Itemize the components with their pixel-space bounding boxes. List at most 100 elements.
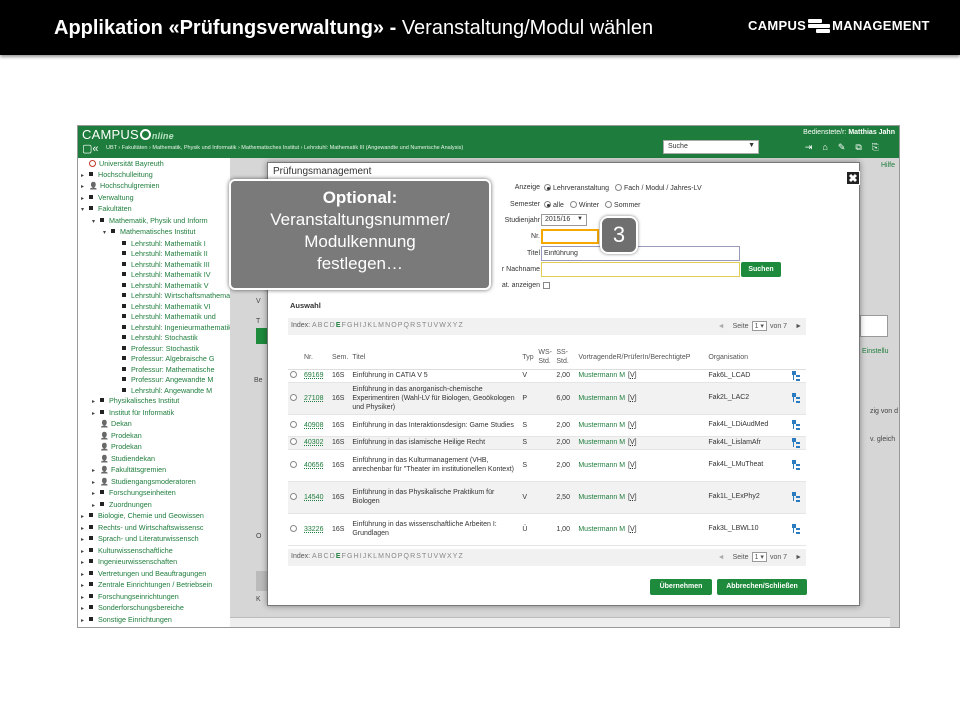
row-nr[interactable]: 14540	[304, 494, 323, 501]
table-row[interactable]: 40908 16S Einführung in das Interaktionsde…	[288, 414, 806, 437]
expand-right-icon[interactable]: ▸	[92, 489, 100, 500]
row-person[interactable]: Mustermann M	[578, 462, 625, 469]
row-person[interactable]: Mustermann M	[578, 494, 625, 501]
row-person[interactable]: Mustermann M	[578, 372, 625, 379]
tree-item[interactable]: ▾ Mathematik, Physik und Inform	[78, 216, 230, 228]
expand-right-icon[interactable]: ▸	[81, 512, 89, 523]
tree-item[interactable]: ▾ Mathematisches Institut	[78, 227, 230, 239]
tree-item[interactable]: Lehrstuhl: Mathematik IV	[78, 270, 230, 281]
tree-item[interactable]: ▸ Hochschulleitung	[78, 170, 230, 182]
tree-item[interactable]: Professur: Mathematische	[78, 365, 230, 376]
tree-item[interactable]: Lehrstuhl: Mathematik III	[78, 260, 230, 271]
abbrechen-button[interactable]: Abbrechen/Schließen	[717, 579, 807, 595]
radio-sommer[interactable]	[605, 201, 613, 208]
index-letters-bottom[interactable]: ABCDEFGHIJKLMNOPQRSTUVWXYZ	[312, 553, 464, 560]
row-person[interactable]: Mustermann M	[578, 422, 625, 429]
tree-item[interactable]: Lehrstuhl: Angewandte M	[78, 386, 230, 397]
expand-right-icon[interactable]: ▸	[92, 466, 100, 477]
tree-item[interactable]: ▸ Zuordnungen	[78, 500, 230, 512]
index-letters-post[interactable]: FGHIJKLMNOPQRSTUVWXYZ	[342, 322, 464, 329]
prev-page-icon[interactable]: ◄	[718, 323, 725, 330]
expand-right-icon[interactable]: ▸	[81, 558, 89, 569]
expand-down-icon[interactable]: ▾	[103, 228, 111, 239]
tree-item[interactable]: ▸ Vertretungen und Beauftragungen	[78, 569, 230, 581]
org-hierarchy-icon[interactable]	[792, 492, 800, 502]
prev-page-icon[interactable]: ◄	[718, 554, 725, 561]
nav-collapse-icon[interactable]: ▢«	[82, 142, 99, 155]
row-nr[interactable]: 69169	[304, 372, 323, 379]
row-vertretung-link[interactable]: [V]	[628, 395, 637, 402]
horizontal-scrollbar[interactable]	[230, 617, 890, 627]
index-letters-post-bottom[interactable]: FGHIJKLMNOPQRSTUVWXYZ	[342, 553, 464, 560]
row-select-radio[interactable]	[290, 393, 297, 401]
expand-right-icon[interactable]: ▸	[92, 478, 100, 489]
index-letters[interactable]: ABCDEFGHIJKLMNOPQRSTUVWXYZ	[312, 322, 464, 329]
tree-item[interactable]: Lehrstuhl: Mathematik V	[78, 281, 230, 292]
table-row[interactable]: 40656 16S Einführung in das Kulturmanageme…	[288, 449, 806, 482]
row-select-radio[interactable]	[290, 371, 297, 378]
org-hierarchy-icon[interactable]	[792, 420, 800, 430]
tree-item[interactable]: Lehrstuhl: Ingenieurmathematik	[78, 323, 230, 334]
expand-right-icon[interactable]: ▸	[81, 581, 89, 592]
breadcrumb[interactable]: UBT › Fakultäten › Mathematik, Physik un…	[106, 145, 463, 151]
expand-right-icon[interactable]: ▸	[81, 593, 89, 604]
help-link[interactable]: Hilfe	[881, 162, 895, 169]
radio-lehrveranstaltung[interactable]	[544, 184, 551, 191]
expand-down-icon[interactable]: ▾	[92, 217, 100, 228]
table-row[interactable]: 69169 16S Einführung in CATIA V 5 V 2,00 Must…	[288, 369, 806, 383]
close-icon[interactable]: ✖	[846, 171, 860, 185]
toolbar-icons[interactable]: ⇥⌂✎⧉⎘	[805, 142, 889, 153]
tree-item[interactable]: 👤 Prodekan	[78, 442, 230, 454]
expand-right-icon[interactable]: ▸	[81, 535, 89, 546]
tree-item[interactable]: ▸ Sonstige Einrichtungen	[78, 615, 230, 627]
tree-item[interactable]: Lehrstuhl: Mathematik und	[78, 312, 230, 323]
org-hierarchy-icon[interactable]	[792, 524, 800, 534]
row-select-radio[interactable]	[290, 420, 297, 428]
table-row[interactable]: 14540 16S Einführung in das Physikalische …	[288, 481, 806, 514]
expand-right-icon[interactable]: ▸	[92, 397, 100, 408]
tree-item[interactable]: Lehrstuhl: Stochastik	[78, 333, 230, 344]
index-letters-pre-bottom[interactable]: ABCD	[312, 553, 336, 560]
tree-item[interactable]: Lehrstuhl: Mathematik II	[78, 249, 230, 260]
tree-item[interactable]: ▸ Forschungseinheiten	[78, 488, 230, 500]
campusonline-logo[interactable]: CAMPUS nline	[82, 127, 174, 142]
row-nr[interactable]: 40908	[304, 422, 323, 429]
tree-item[interactable]: Professur: Stochastik	[78, 344, 230, 355]
tree-item[interactable]: ▸ Kulturwissenschaftliche	[78, 546, 230, 558]
org-hierarchy-icon[interactable]	[792, 437, 800, 448]
expand-right-icon[interactable]: ▸	[81, 194, 89, 205]
tree-item[interactable]: ▸ Biologie, Chemie und Geowissen	[78, 511, 230, 523]
tree-item[interactable]: 👤 Studiendekan	[78, 454, 230, 466]
titel-input[interactable]	[541, 246, 740, 261]
tree-item[interactable]: ▸ Zentrale Einrichtungen / Betriebsein	[78, 580, 230, 592]
expand-right-icon[interactable]: ▸	[81, 570, 89, 581]
row-vertretung-link[interactable]: [V]	[628, 422, 637, 429]
expand-right-icon[interactable]: ▸	[81, 616, 89, 627]
table-row[interactable]: 33226 16S Einführung in das wissenschaftli…	[288, 513, 806, 546]
row-nr[interactable]: 33226	[304, 526, 323, 533]
search-select[interactable]: Suche ▼	[663, 140, 759, 154]
tree-item[interactable]: Lehrstuhl: Mathematik I	[78, 239, 230, 250]
tree-item[interactable]: Universität Bayreuth	[78, 159, 230, 170]
row-person[interactable]: Mustermann M	[578, 395, 625, 402]
bg-einstellung-link[interactable]: Einstellu	[862, 348, 888, 355]
tree-item[interactable]: ▸ Verwaltung	[78, 193, 230, 205]
tree-item[interactable]: ▸ Physikalisches Institut	[78, 396, 230, 408]
nachname-input[interactable]	[541, 262, 740, 277]
table-row[interactable]: 40302 16S Einführung in das islamische Hei…	[288, 436, 806, 450]
expand-right-icon[interactable]: ▸	[81, 604, 89, 615]
tree-item[interactable]: Lehrstuhl: Mathematik VI	[78, 302, 230, 313]
expand-right-icon[interactable]: ▸	[92, 409, 100, 420]
tree-item[interactable]: ▸ Rechts- und Wirtschaftswissensc	[78, 523, 230, 535]
tree-item[interactable]: ▸ 👤 Hochschulgremien	[78, 181, 230, 193]
row-select-radio[interactable]	[290, 492, 297, 500]
index-letters-pre[interactable]: ABCD	[312, 322, 336, 329]
expand-right-icon[interactable]: ▸	[81, 171, 89, 182]
tree-item[interactable]: 👤 Prodekan	[78, 431, 230, 443]
stat-anzeigen-checkbox[interactable]	[543, 282, 550, 289]
suchen-button[interactable]: Suchen	[741, 262, 781, 277]
tree-item[interactable]: ▸ Institut für Informatik	[78, 408, 230, 420]
row-select-radio[interactable]	[290, 438, 297, 445]
row-person[interactable]: Mustermann M	[578, 439, 625, 446]
expand-down-icon[interactable]: ▾	[81, 205, 89, 216]
